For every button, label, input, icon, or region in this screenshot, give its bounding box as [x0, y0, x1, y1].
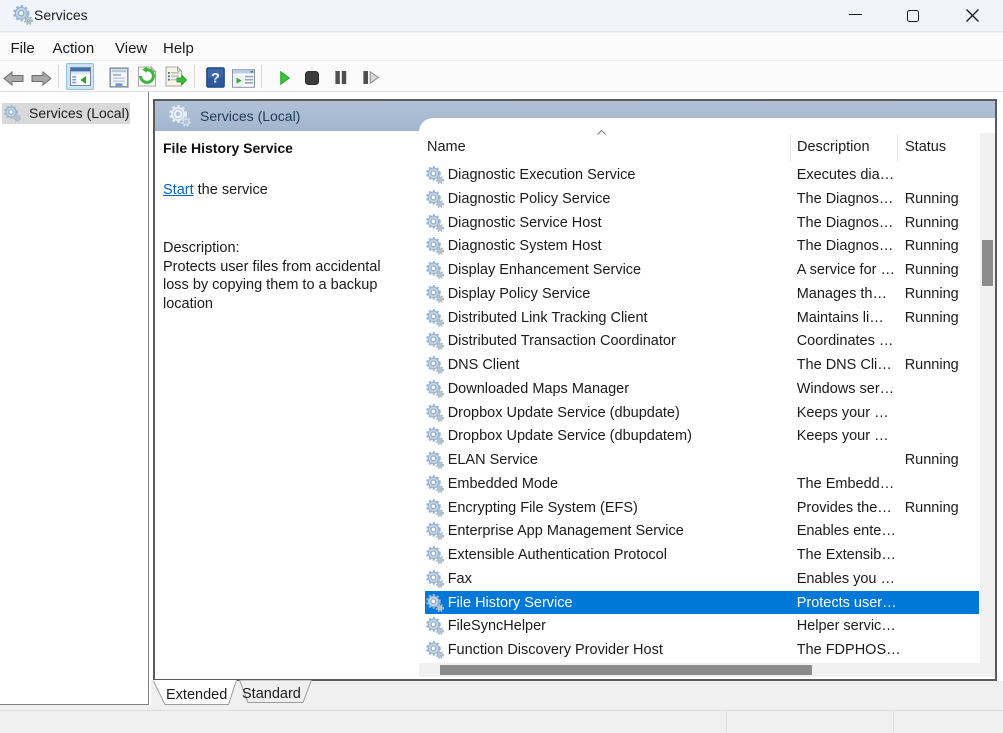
- svg-text:?: ?: [211, 71, 220, 87]
